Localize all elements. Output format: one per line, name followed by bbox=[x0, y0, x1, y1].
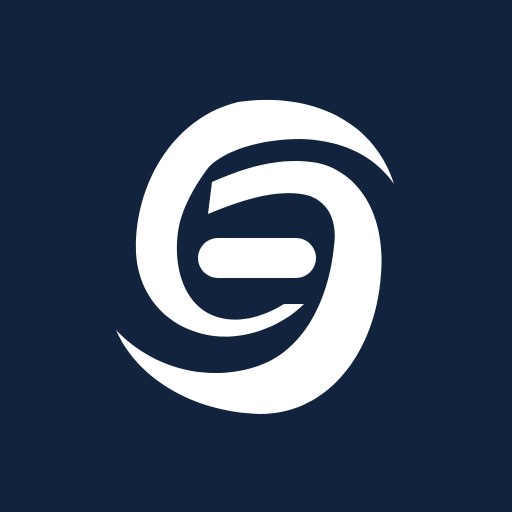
center-pill bbox=[198, 238, 316, 278]
app-icon bbox=[0, 0, 512, 512]
swirl-logo-icon bbox=[0, 0, 512, 512]
